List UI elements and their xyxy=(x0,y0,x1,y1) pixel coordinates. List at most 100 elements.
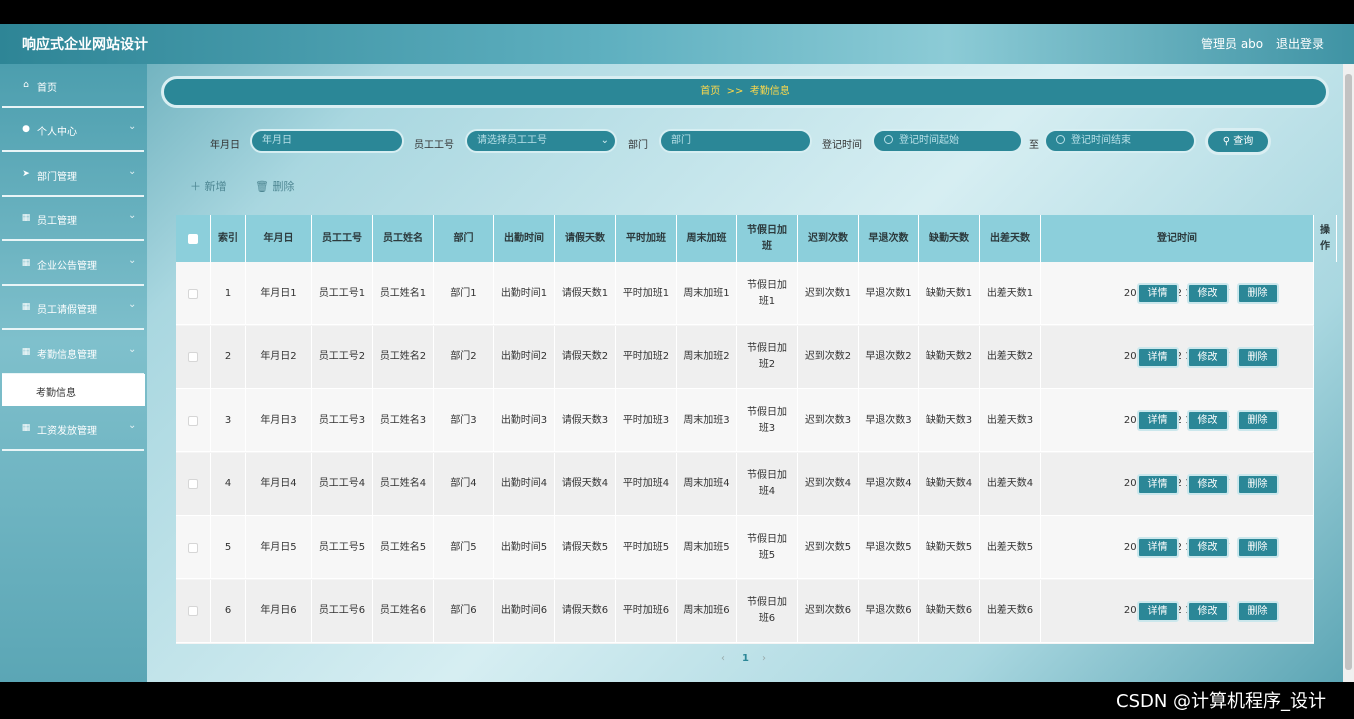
detail-button[interactable]: 详情 xyxy=(1136,346,1179,368)
table-cell: 缺勤天数2 xyxy=(919,325,980,389)
breadcrumb-home[interactable]: 首页 xyxy=(700,86,720,97)
table-cell: 缺勤天数6 xyxy=(919,579,980,643)
prev-page-button[interactable]: ‹ xyxy=(721,653,725,664)
table-cell: 请假天数6 xyxy=(555,579,616,643)
row-select-cell xyxy=(176,516,211,579)
range-to-label: 至 xyxy=(1029,140,1039,151)
column-header: 周末加班 xyxy=(677,215,737,262)
edit-button[interactable]: 修改 xyxy=(1186,600,1229,622)
sidebar-subitem-attendance[interactable]: 考勤信息 xyxy=(2,374,145,406)
sidebar-item-1[interactable]: ● 个人中心 ⌄ xyxy=(2,108,144,152)
row-checkbox[interactable] xyxy=(188,352,198,362)
table-cell: 1 xyxy=(211,262,246,325)
scrollbar-thumb[interactable] xyxy=(1345,74,1352,670)
edit-button[interactable]: 修改 xyxy=(1186,473,1229,495)
row-checkbox[interactable] xyxy=(188,415,198,426)
logout-link[interactable]: 退出登录 xyxy=(1276,35,1324,52)
next-page-button[interactable]: › xyxy=(762,653,766,664)
row-select-cell xyxy=(176,389,211,452)
sidebar-item-0[interactable]: ⌂ 首页 xyxy=(2,64,144,108)
table-cell: 周末加班4 xyxy=(677,452,737,516)
emp-select[interactable]: 请选择员工工号 ⌄ xyxy=(465,129,617,153)
table-row: 2 年月日2 员工工号2 员工姓名2 部门2 出勤时间2 请假天数2 平时加班2 周末加班2 节假… xyxy=(176,325,1314,389)
table-cell: 早退次数5 xyxy=(859,516,919,579)
chevron-down-icon: ⌄ xyxy=(128,255,137,266)
chevron-down-icon: ⌄ xyxy=(128,166,137,177)
sidebar-item-6[interactable]: ▦ 考勤信息管理 ⌄ xyxy=(2,331,144,375)
edit-button[interactable]: 修改 xyxy=(1186,283,1229,304)
breadcrumb-current: 考勤信息 xyxy=(749,86,790,97)
query-button[interactable]: ⚲ 查询 xyxy=(1205,128,1271,155)
sidebar-item-label: 企业公告管理 xyxy=(37,261,97,272)
sidebar-item-2[interactable]: ➤ 部门管理 ⌄ xyxy=(2,153,144,197)
header: 响应式企业网站设计 管理员 abo 退出登录 xyxy=(0,24,1354,64)
row-checkbox[interactable] xyxy=(188,542,198,553)
edit-button[interactable]: 修改 xyxy=(1186,537,1229,558)
delete-button[interactable]: 删除 xyxy=(1236,600,1279,622)
sidebar-item-4[interactable]: ▦ 企业公告管理 ⌄ xyxy=(2,242,144,286)
delete-button[interactable]: 删除 xyxy=(1236,346,1279,368)
table-cell: 周末加班5 xyxy=(677,516,737,579)
edit-button[interactable]: 修改 xyxy=(1186,410,1229,431)
table-cell: 员工姓名3 xyxy=(373,389,434,452)
batch-delete-button[interactable]: 🗑 删除 xyxy=(255,178,294,194)
table-cell: 请假天数3 xyxy=(555,389,616,452)
detail-button[interactable]: 详情 xyxy=(1136,537,1179,558)
detail-button[interactable]: 详情 xyxy=(1136,600,1179,622)
table-cell: 部门1 xyxy=(434,262,494,325)
grid-icon: ▦ xyxy=(21,213,31,223)
sidebar-subitem-label: 考勤信息 xyxy=(36,388,76,399)
table-cell: 节假日加班5 xyxy=(737,516,798,579)
date-input[interactable]: 年月日 xyxy=(250,129,404,153)
table-cell: 请假天数2 xyxy=(555,325,616,389)
detail-button[interactable]: 详情 xyxy=(1136,473,1179,495)
table-cell: 早退次数4 xyxy=(859,452,919,516)
table-cell: 请假天数5 xyxy=(555,516,616,579)
table-cell: 周末加班6 xyxy=(677,579,737,643)
user-icon: ● xyxy=(22,124,30,134)
sidebar-item-5[interactable]: ▦ 员工请假管理 ⌄ xyxy=(2,286,144,330)
table-row: 4 年月日4 员工工号4 员工姓名4 部门4 出勤时间4 请假天数4 平时加班4 周末加班4 节假… xyxy=(176,452,1314,516)
add-label: 新增 xyxy=(204,180,227,193)
reg-end-input[interactable]: 登记时间结束 xyxy=(1044,129,1196,153)
column-header: 节假日加班 xyxy=(737,215,798,262)
table-cell: 员工姓名6 xyxy=(373,579,434,643)
select-all-checkbox[interactable] xyxy=(188,233,198,244)
scrollbar[interactable] xyxy=(1343,64,1354,682)
sidebar-item-7[interactable]: ▦ 工资发放管理 ⌄ xyxy=(2,407,144,451)
dept-input[interactable]: 部门 xyxy=(659,129,812,153)
reg-start-input[interactable]: 登记时间起始 xyxy=(872,129,1023,153)
table-cell: 平时加班3 xyxy=(616,389,677,452)
edit-button[interactable]: 修改 xyxy=(1186,346,1229,368)
column-header: 索引 xyxy=(211,215,246,262)
column-header: 出勤时间 xyxy=(494,215,555,262)
search-icon: ⚲ xyxy=(1222,136,1231,147)
row-actions: 详情 修改 删除 xyxy=(1102,516,1314,579)
row-checkbox[interactable] xyxy=(188,288,198,299)
table-cell: 员工姓名4 xyxy=(373,452,434,516)
delete-button[interactable]: 删除 xyxy=(1236,410,1279,431)
delete-button[interactable]: 删除 xyxy=(1236,473,1279,495)
table-cell: 2 xyxy=(211,325,246,389)
row-checkbox[interactable] xyxy=(188,479,198,489)
detail-button[interactable]: 详情 xyxy=(1136,283,1179,304)
table-cell: 部门4 xyxy=(434,452,494,516)
chevron-down-icon: ⌄ xyxy=(128,299,137,310)
table-cell: 早退次数3 xyxy=(859,389,919,452)
column-header: 平时加班 xyxy=(616,215,677,262)
row-checkbox[interactable] xyxy=(188,606,198,616)
grid-icon: ▦ xyxy=(21,423,31,433)
detail-button[interactable]: 详情 xyxy=(1136,410,1179,431)
delete-button[interactable]: 删除 xyxy=(1236,283,1279,304)
sidebar-item-3[interactable]: ▦ 员工管理 ⌄ xyxy=(2,197,144,241)
add-button[interactable]: ＋ 新增 xyxy=(190,178,227,194)
table-cell: 出勤时间4 xyxy=(494,452,555,516)
delete-button[interactable]: 删除 xyxy=(1236,537,1279,558)
date-label: 年月日 xyxy=(210,140,240,151)
table-cell: 平时加班5 xyxy=(616,516,677,579)
table-cell: 节假日加班6 xyxy=(737,579,798,643)
table-cell: 早退次数2 xyxy=(859,325,919,389)
dept-input-placeholder: 部门 xyxy=(671,135,691,146)
page-1-button[interactable]: 1 xyxy=(742,653,749,664)
table-cell: 出勤时间2 xyxy=(494,325,555,389)
